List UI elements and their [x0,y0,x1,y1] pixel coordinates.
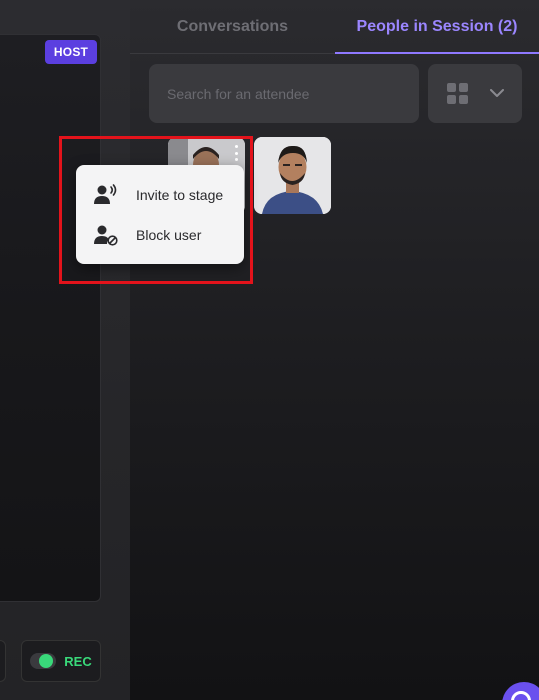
help-icon [511,691,531,700]
record-toggle[interactable] [30,653,57,669]
record-button[interactable]: REC [21,640,101,682]
host-badge: HOST [45,40,97,64]
invite-to-stage-icon [94,183,118,207]
attendee-search-input[interactable] [149,64,419,123]
more-options-icon[interactable] [233,145,239,161]
attendee-tile[interactable] [254,137,331,214]
menu-item-label: Invite to stage [136,187,224,203]
grid-icon [446,83,468,104]
menu-item-label: Block user [136,227,202,243]
stage-control-button[interactable] [0,640,6,682]
active-tab-indicator [335,52,539,54]
tab-conversations[interactable]: Conversations [130,0,335,54]
tab-people-in-session[interactable]: People in Session (2) [335,0,539,54]
panel-tabs: Conversations People in Session (2) [130,0,539,54]
avatar [254,137,331,214]
stage-video-frame [0,34,101,602]
block-user-icon [94,223,118,247]
attendee-context-menu: Invite to stage Block user [76,165,244,264]
view-mode-dropdown[interactable] [428,64,522,123]
menu-item-invite-to-stage[interactable]: Invite to stage [76,175,244,215]
record-label: REC [64,653,92,669]
stage-area: HOST REC [0,0,130,700]
menu-item-block-user[interactable]: Block user [76,215,244,255]
chevron-down-icon [489,89,504,98]
side-panel: Conversations People in Session (2) [130,0,539,700]
